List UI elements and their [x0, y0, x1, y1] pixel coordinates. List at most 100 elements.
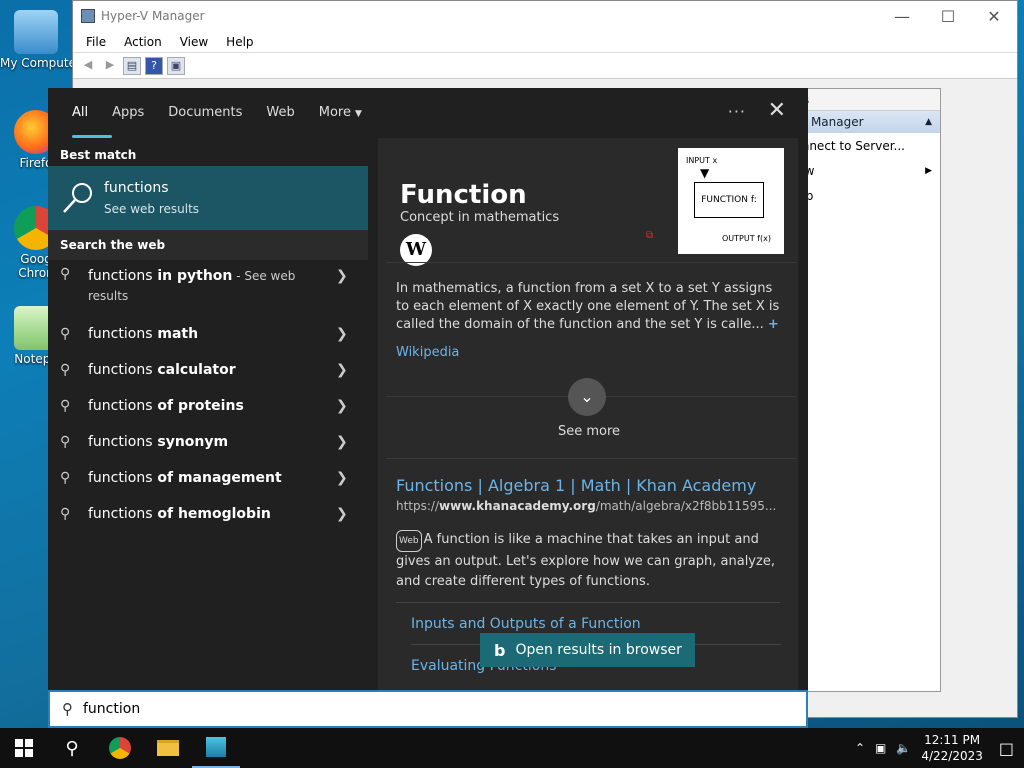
- tab-documents[interactable]: Documents: [156, 88, 254, 138]
- collapse-triangle-icon[interactable]: ▲: [925, 111, 932, 133]
- suggestion-item[interactable]: ⚲ functions synonym ❯: [48, 424, 368, 460]
- result-url: https://www.khanacademy.org/math/algebra…: [396, 499, 786, 513]
- back-arrow-icon[interactable]: ◀: [79, 57, 97, 75]
- copy-link-icon[interactable]: ⧉: [646, 230, 653, 241]
- clock-date: 4/22/2023: [921, 749, 983, 763]
- divider: [396, 602, 780, 603]
- tab-all[interactable]: All: [60, 88, 113, 138]
- menu-view[interactable]: View: [171, 35, 217, 49]
- suggestion-item[interactable]: ⚲ functions in python - See web results …: [48, 260, 368, 316]
- thumb-input-label: INPUT x: [686, 156, 718, 165]
- search-icon: ⚲: [60, 398, 71, 414]
- result-title-link[interactable]: Functions | Algebra 1 | Math | Khan Acad…: [396, 476, 756, 495]
- hyperv-title: Hyper-V Manager: [101, 9, 205, 23]
- clock[interactable]: 12:11 PM 4/22/2023: [921, 732, 983, 764]
- taskbar-chrome[interactable]: [96, 728, 144, 768]
- suggestion-bold: synonym: [152, 434, 229, 450]
- url-domain: www.khanacademy.org: [439, 499, 596, 513]
- preview-pane: Function Concept in mathematics W ⧉ INPU…: [378, 138, 798, 690]
- sublink-inputs-outputs[interactable]: Inputs and Outputs of a Function: [411, 616, 641, 632]
- menu-help[interactable]: Help: [217, 35, 262, 49]
- suggestion-bold: of management: [152, 470, 282, 486]
- search-web-heading: Search the web: [48, 230, 368, 260]
- windows-logo-icon: [15, 739, 33, 757]
- close-icon[interactable]: ✕: [971, 7, 1017, 26]
- function-diagram-thumbnail[interactable]: INPUT x ▼ FUNCTION f: OUTPUT f(x): [678, 148, 784, 254]
- taskbar-hyperv[interactable]: [192, 728, 240, 768]
- minimize-icon[interactable]: —: [879, 7, 925, 26]
- chevron-right-icon[interactable]: ❯: [336, 362, 356, 378]
- search-panel: All Apps Documents Web More ▼ ··· ✕ Best …: [48, 88, 808, 690]
- tab-web[interactable]: Web: [254, 88, 306, 138]
- forward-arrow-icon[interactable]: ▶: [101, 57, 119, 75]
- search-tabs: All Apps Documents Web More ▼: [48, 88, 808, 138]
- wikipedia-link[interactable]: Wikipedia: [396, 345, 459, 360]
- search-icon: ⚲: [60, 470, 71, 486]
- folder-icon: [157, 740, 179, 756]
- notifications-icon[interactable]: □: [999, 739, 1014, 758]
- maximize-icon[interactable]: ☐: [925, 7, 971, 26]
- show-action-pane-icon[interactable]: ▣: [167, 56, 185, 75]
- search-icon: ⚲: [65, 737, 79, 759]
- suggestion-item[interactable]: ⚲ functions of hemoglobin ❯: [48, 496, 368, 532]
- tab-apps[interactable]: Apps: [100, 88, 156, 138]
- chevron-down-icon[interactable]: ⌄: [568, 378, 606, 416]
- system-tray: ⌃ ▣ 🔈 12:11 PM 4/22/2023 □: [855, 732, 1024, 764]
- search-icon: ⚲: [60, 362, 71, 378]
- search-box[interactable]: ⚲: [48, 690, 808, 728]
- chevron-right-icon[interactable]: ❯: [336, 434, 356, 450]
- menu-action[interactable]: Action: [115, 35, 171, 49]
- volume-icon[interactable]: 🔈: [896, 741, 911, 755]
- description-text: In mathematics, a function from a set X …: [396, 281, 780, 332]
- start-button[interactable]: [0, 728, 48, 768]
- desktop-icon-my-computer[interactable]: My Compute: [0, 10, 76, 70]
- preview-description: In mathematics, a function from a set X …: [396, 280, 786, 334]
- hyperv-app-icon: [81, 9, 95, 23]
- thumb-function-box: FUNCTION f:: [694, 182, 764, 218]
- suggestion-bold: calculator: [152, 362, 236, 378]
- network-icon[interactable]: ▣: [875, 741, 886, 755]
- see-more-label[interactable]: See more: [558, 424, 620, 439]
- suggestion-item[interactable]: ⚲ functions math ❯: [48, 316, 368, 352]
- tab-more[interactable]: More ▼: [307, 88, 374, 138]
- best-match-item[interactable]: functions See web results: [48, 166, 368, 230]
- suggestion-item[interactable]: ⚲ functions of proteins ❯: [48, 388, 368, 424]
- hyperv-menubar: File Action View Help: [73, 31, 1017, 53]
- taskbar-search-button[interactable]: ⚲: [48, 728, 96, 768]
- search-icon: [63, 183, 92, 213]
- open-results-in-browser-button[interactable]: b Open results in browser: [480, 633, 695, 667]
- chevron-right-icon[interactable]: ❯: [336, 326, 356, 342]
- chevron-up-icon[interactable]: ⌃: [855, 741, 865, 755]
- chevron-right-icon[interactable]: ❯: [336, 470, 356, 486]
- menu-file[interactable]: File: [77, 35, 115, 49]
- close-search-icon[interactable]: ✕: [768, 98, 786, 123]
- chevron-right-icon[interactable]: ❯: [336, 506, 356, 522]
- open-browser-label: Open results in browser: [515, 642, 682, 658]
- expand-plus-icon[interactable]: +: [768, 317, 779, 332]
- clock-time: 12:11 PM: [924, 733, 981, 747]
- suggestion-base: functions: [88, 434, 153, 450]
- chrome-icon: [109, 737, 131, 759]
- help-icon[interactable]: ?: [145, 56, 163, 75]
- hyperv-toolbar: ◀ ▶ ▤ ? ▣: [73, 53, 1017, 79]
- submenu-arrow-icon: ▶: [925, 165, 932, 176]
- search-icon: ⚲: [62, 700, 73, 718]
- search-input[interactable]: [83, 701, 806, 717]
- suggestion-bold: in python: [152, 268, 233, 284]
- show-console-tree-icon[interactable]: ▤: [123, 56, 141, 75]
- bing-icon: b: [494, 640, 506, 660]
- suggestion-item[interactable]: ⚲ functions of management ❯: [48, 460, 368, 496]
- suggestion-base: functions: [88, 470, 153, 486]
- preview-title: Function: [400, 180, 527, 210]
- suggestion-base: functions: [88, 268, 153, 284]
- divider: [386, 262, 796, 263]
- url-path: /math/algebra/x2f8bb11595...: [595, 499, 777, 513]
- hyperv-icon: [206, 737, 226, 757]
- chevron-right-icon[interactable]: ❯: [336, 268, 356, 284]
- more-options-icon[interactable]: ···: [728, 102, 746, 121]
- suggestion-item[interactable]: ⚲ functions calculator ❯: [48, 352, 368, 388]
- taskbar-file-explorer[interactable]: [144, 728, 192, 768]
- suggestion-base: functions: [88, 326, 153, 342]
- preview-subtitle: Concept in mathematics: [400, 210, 560, 225]
- chevron-right-icon[interactable]: ❯: [336, 398, 356, 414]
